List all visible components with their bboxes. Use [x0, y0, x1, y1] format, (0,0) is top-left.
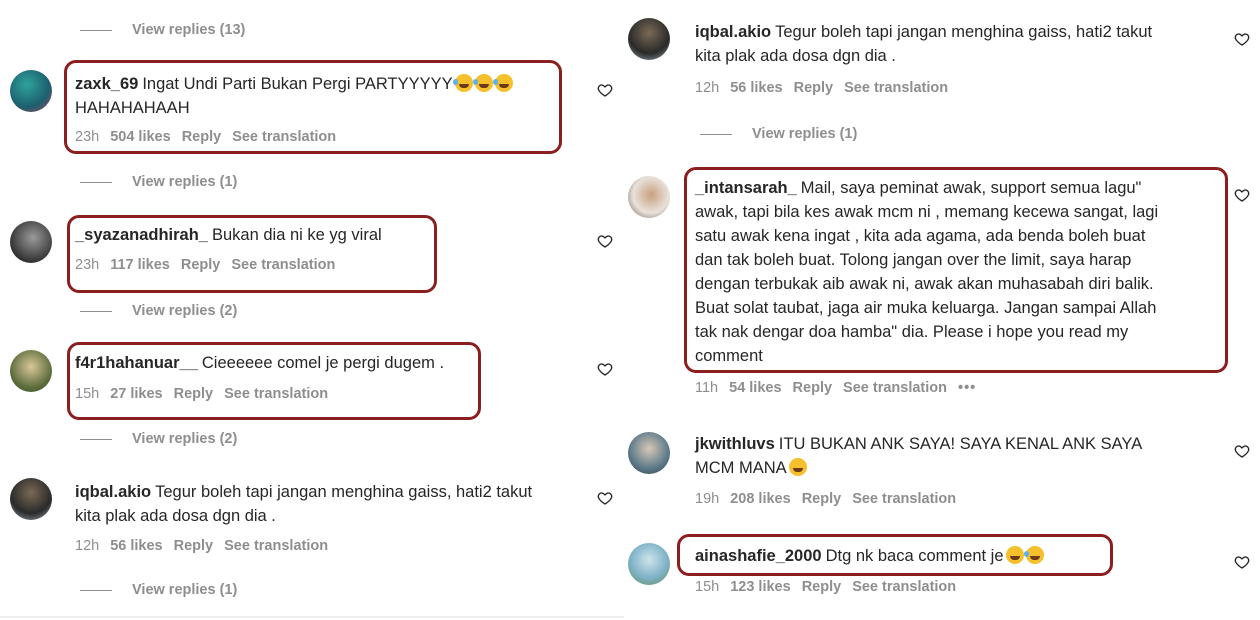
likes-count[interactable]: 54 likes [729, 380, 781, 396]
like-heart-icon[interactable] [597, 490, 613, 506]
see-translation-button[interactable]: See translation [852, 579, 956, 595]
comment-text: iqbal.akio Tegur boleh tapi jangan menghi… [695, 23, 1153, 65]
timestamp: 12h [75, 538, 100, 554]
comment-meta: 11h 54 likes Reply See translation ••• [695, 380, 987, 396]
panel-divider [0, 616, 624, 618]
see-translation-button[interactable]: See translation [844, 80, 948, 96]
avatar[interactable] [628, 543, 670, 585]
avatar[interactable] [10, 350, 52, 392]
see-translation-button[interactable]: See translation [843, 380, 947, 396]
highlight-box [67, 215, 437, 293]
view-replies-button[interactable]: View replies (13) [80, 22, 245, 38]
likes-count[interactable]: 56 likes [110, 538, 162, 554]
username[interactable]: iqbal.akio [75, 483, 151, 501]
reply-button[interactable]: Reply [802, 491, 842, 507]
reply-line [80, 181, 112, 183]
like-heart-icon[interactable] [1234, 187, 1250, 203]
avatar[interactable] [628, 432, 670, 474]
reply-line [80, 310, 112, 312]
view-replies-button[interactable]: View replies (1) [80, 582, 237, 598]
view-replies-button[interactable]: View replies (1) [700, 126, 857, 142]
like-heart-icon[interactable] [597, 82, 613, 98]
likes-count[interactable]: 123 likes [730, 579, 790, 595]
reply-line [80, 589, 112, 591]
highlight-box [677, 534, 1113, 576]
highlight-box [684, 167, 1228, 373]
like-heart-icon[interactable] [1234, 554, 1250, 570]
view-replies-button[interactable]: View replies (2) [80, 431, 237, 447]
zany-face-emoji-icon [788, 458, 807, 476]
like-heart-icon[interactable] [1234, 31, 1250, 47]
view-replies-button[interactable]: View replies (2) [80, 303, 237, 319]
reply-line [80, 29, 112, 31]
likes-count[interactable]: 208 likes [730, 491, 790, 507]
reply-button[interactable]: Reply [802, 579, 842, 595]
avatar[interactable] [10, 221, 52, 263]
avatar[interactable] [628, 18, 670, 60]
see-translation-button[interactable]: See translation [852, 491, 956, 507]
comment-meta: 12h 56 likes Reply See translation [695, 80, 959, 96]
comment-text: jkwithluvs ITU BUKAN ANK SAYA! SAYA KENAL… [695, 435, 1143, 477]
comment-meta: 15h 123 likes Reply See translation [695, 579, 967, 595]
avatar[interactable] [10, 478, 52, 520]
timestamp: 19h [695, 491, 720, 507]
highlight-box [64, 60, 562, 154]
highlight-box [67, 342, 481, 420]
timestamp: 11h [695, 380, 719, 396]
reply-line [80, 438, 112, 440]
timestamp: 15h [695, 579, 720, 595]
reply-button[interactable]: Reply [793, 380, 833, 396]
reply-button[interactable]: Reply [174, 538, 214, 554]
view-replies-button[interactable]: View replies (1) [80, 174, 237, 190]
reply-line [700, 133, 732, 135]
comment-text: iqbal.akio Tegur boleh tapi jangan menghi… [75, 483, 533, 525]
reply-button[interactable]: Reply [794, 80, 834, 96]
comment-meta: 12h 56 likes Reply See translation [75, 538, 339, 554]
see-translation-button[interactable]: See translation [224, 538, 328, 554]
avatar[interactable] [10, 70, 52, 112]
comment-meta: 19h 208 likes Reply See translation [695, 491, 967, 507]
like-heart-icon[interactable] [1234, 443, 1250, 459]
more-options-icon[interactable]: ••• [958, 380, 976, 396]
like-heart-icon[interactable] [597, 233, 613, 249]
like-heart-icon[interactable] [597, 361, 613, 377]
username[interactable]: jkwithluvs [695, 435, 775, 453]
username[interactable]: iqbal.akio [695, 23, 771, 41]
likes-count[interactable]: 56 likes [730, 80, 782, 96]
avatar[interactable] [628, 176, 670, 218]
timestamp: 12h [695, 80, 720, 96]
